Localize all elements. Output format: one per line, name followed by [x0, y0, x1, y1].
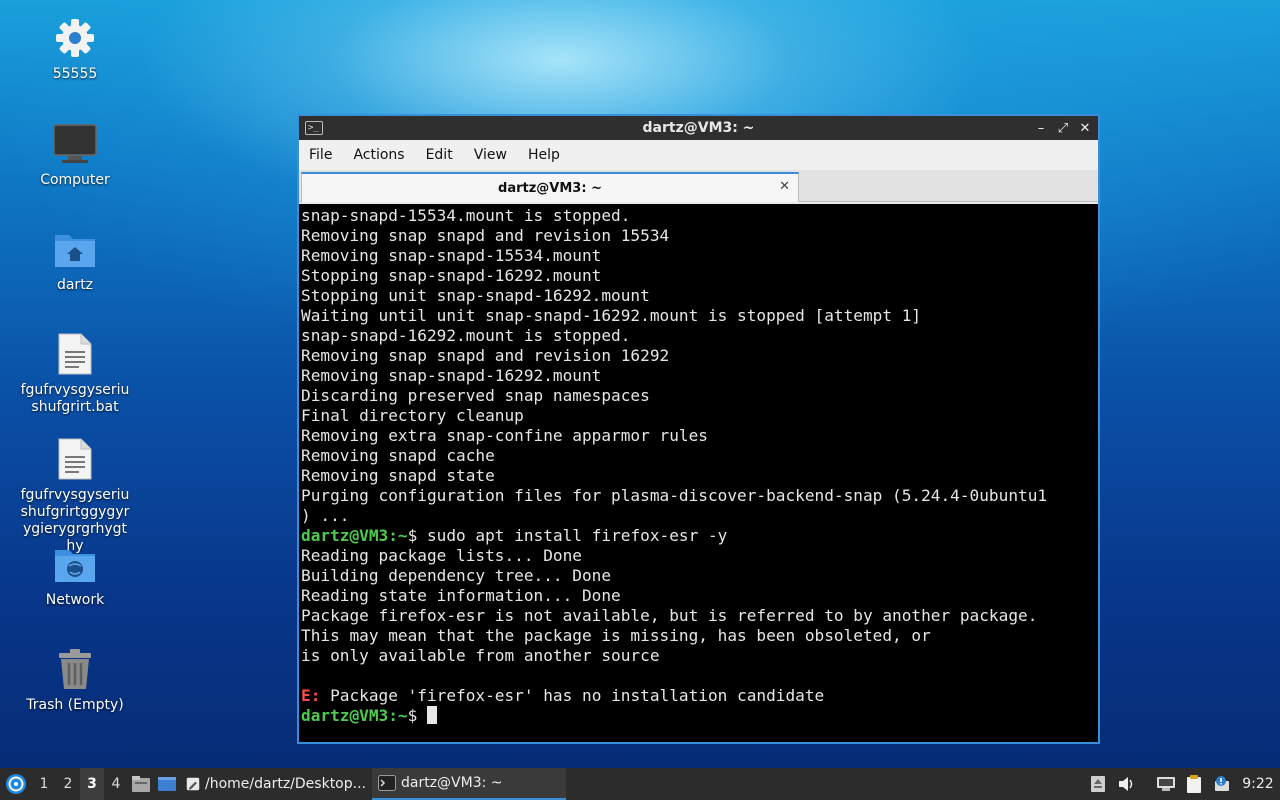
- desktop-icon-computer[interactable]: Computer: [15, 120, 135, 189]
- prompt-text: dartz@VM3:~: [301, 706, 408, 725]
- tab-title: dartz@VM3: ~: [498, 180, 602, 196]
- terminal-line: is only available from another source: [301, 646, 660, 665]
- desktop-icon-network[interactable]: Network: [15, 540, 135, 609]
- window-title: dartz@VM3: ~: [642, 120, 755, 136]
- clipboard-icon[interactable]: [1180, 768, 1208, 800]
- terminal-line: Removing snap-snapd-15534.mount: [301, 246, 602, 265]
- desktop-icon-text-file[interactable]: fgufrvysgyseriushufgrirtggygyrygierygrgr…: [15, 435, 135, 555]
- terminal-window[interactable]: >_ dartz@VM3: ~ – ⤢ ✕ File Actions Edit …: [297, 114, 1100, 744]
- volume-icon[interactable]: [1112, 768, 1140, 800]
- task-label: dartz@VM3: ~: [401, 775, 503, 791]
- close-button[interactable]: ✕: [1076, 119, 1094, 137]
- start-menu-button[interactable]: [0, 768, 32, 800]
- prompt-text: dartz@VM3:~: [301, 526, 408, 545]
- tab-bar: dartz@VM3: ~ ✕: [299, 170, 1098, 202]
- file-manager-icon: [132, 776, 150, 792]
- menubar: File Actions Edit View Help: [299, 140, 1098, 170]
- text-file-icon: [51, 435, 99, 483]
- text-editor-icon: [186, 777, 200, 791]
- terminal-error-line: E: Package 'firefox-esr' has no installa…: [301, 686, 1098, 706]
- home-folder-icon: [51, 225, 99, 273]
- update-notifier-icon[interactable]: [1208, 768, 1236, 800]
- network-status-icon[interactable]: [1152, 768, 1180, 800]
- tab-terminal[interactable]: dartz@VM3: ~ ✕: [301, 172, 799, 202]
- workspace-4[interactable]: 4: [104, 768, 128, 800]
- workspace-1[interactable]: 1: [32, 768, 56, 800]
- terminal-line: ) ...: [301, 506, 350, 525]
- tab-close-button[interactable]: ✕: [779, 179, 790, 194]
- terminal-line: snap-snapd-16292.mount is stopped.: [301, 326, 631, 345]
- terminal-line: Removing snap snapd and revision 16292: [301, 346, 670, 365]
- terminal-cursor: [426, 706, 437, 724]
- menu-help[interactable]: Help: [528, 147, 560, 163]
- gear-icon: [51, 14, 99, 62]
- terminal-line: Purging configuration files for plasma-d…: [301, 486, 1048, 505]
- prompt-sign: $: [407, 526, 427, 545]
- terminal-line: Reading state information... Done: [301, 586, 621, 605]
- task-terminal[interactable]: dartz@VM3: ~: [372, 768, 566, 800]
- error-text: Package 'firefox-esr' has no installatio…: [320, 686, 825, 705]
- terminal-line: Package firefox-esr is not available, bu…: [301, 606, 1038, 625]
- window-titlebar[interactable]: >_ dartz@VM3: ~ – ⤢ ✕: [299, 116, 1098, 140]
- desktop-icon-label: dartz: [56, 277, 94, 293]
- menu-view[interactable]: View: [474, 147, 507, 163]
- monitor-icon: [51, 120, 99, 168]
- menu-actions[interactable]: Actions: [353, 147, 404, 163]
- terminal-line: Removing snapd cache: [301, 446, 495, 465]
- system-tray: 9:22: [1084, 768, 1280, 800]
- terminal-command-line: dartz@VM3:~$ sudo apt install firefox-es…: [301, 526, 1098, 546]
- workspace-2[interactable]: 2: [56, 768, 80, 800]
- terminal-line: Stopping unit snap-snapd-16292.mount: [301, 286, 650, 305]
- terminal-prompt-line: dartz@VM3:~$: [301, 706, 1098, 726]
- menu-edit[interactable]: Edit: [426, 147, 453, 163]
- task-text-editor[interactable]: /home/dartz/Desktop...: [180, 768, 372, 800]
- desktop-icon-label: Trash (Empty): [26, 697, 124, 713]
- terminal-line: Building dependency tree... Done: [301, 566, 612, 585]
- prompt-sign: $: [407, 706, 427, 725]
- desktop-icon-dartz[interactable]: dartz: [15, 225, 135, 294]
- error-prefix: E:: [301, 686, 321, 705]
- network-folder-icon: [51, 540, 99, 588]
- clock[interactable]: 9:22: [1236, 776, 1280, 792]
- terminal-line: Removing extra snap-confine apparmor rul…: [301, 426, 708, 445]
- trash-icon: [51, 645, 99, 693]
- minimize-button[interactable]: –: [1032, 119, 1050, 137]
- terminal-line: Removing snap snapd and revision 15534: [301, 226, 670, 245]
- desktop-icon-label: fgufrvysgyseriushufgrirt.bat: [20, 382, 130, 415]
- menu-file[interactable]: File: [309, 147, 332, 163]
- terminal-line: This may mean that the package is missin…: [301, 626, 931, 645]
- terminal-line: Removing snapd state: [301, 466, 495, 485]
- command-text: sudo apt install firefox-esr -y: [426, 526, 728, 545]
- taskbar: 1 2 3 4 /home/dartz/Desktop... dartz@VM3…: [0, 768, 1280, 800]
- terminal-line: Waiting until unit snap-snapd-16292.moun…: [301, 306, 922, 325]
- desktop-icon-trash[interactable]: Trash (Empty): [15, 645, 135, 714]
- file-manager-launcher[interactable]: [128, 768, 154, 800]
- show-desktop-icon: [158, 777, 176, 791]
- terminal-line: Final directory cleanup: [301, 406, 524, 425]
- desktop-icon-55555[interactable]: 55555: [15, 14, 135, 83]
- desktop-icon-label: Computer: [40, 172, 110, 188]
- desktop-icon-label: 55555: [52, 66, 98, 82]
- terminal-line: Reading package lists... Done: [301, 546, 582, 565]
- lubuntu-logo-icon: [6, 774, 26, 794]
- terminal-output[interactable]: snap-snapd-15534.mount is stopped. Removi…: [299, 204, 1098, 742]
- terminal-line: Stopping snap-snapd-16292.mount: [301, 266, 602, 285]
- desktop-icon-label: Network: [45, 592, 105, 608]
- terminal-line: snap-snapd-15534.mount is stopped.: [301, 206, 631, 225]
- task-label: /home/dartz/Desktop...: [205, 776, 366, 792]
- terminal-line: Removing snap-snapd-16292.mount: [301, 366, 602, 385]
- terminal-icon: [378, 775, 396, 791]
- terminal-line: Discarding preserved snap namespaces: [301, 386, 650, 405]
- maximize-button[interactable]: ⤢: [1054, 119, 1072, 137]
- workspace-3[interactable]: 3: [80, 768, 104, 800]
- desktop-icon-bat-file[interactable]: fgufrvysgyseriushufgrirt.bat: [15, 330, 135, 416]
- show-desktop-launcher[interactable]: [154, 768, 180, 800]
- eject-icon[interactable]: [1084, 768, 1112, 800]
- text-file-icon: [51, 330, 99, 378]
